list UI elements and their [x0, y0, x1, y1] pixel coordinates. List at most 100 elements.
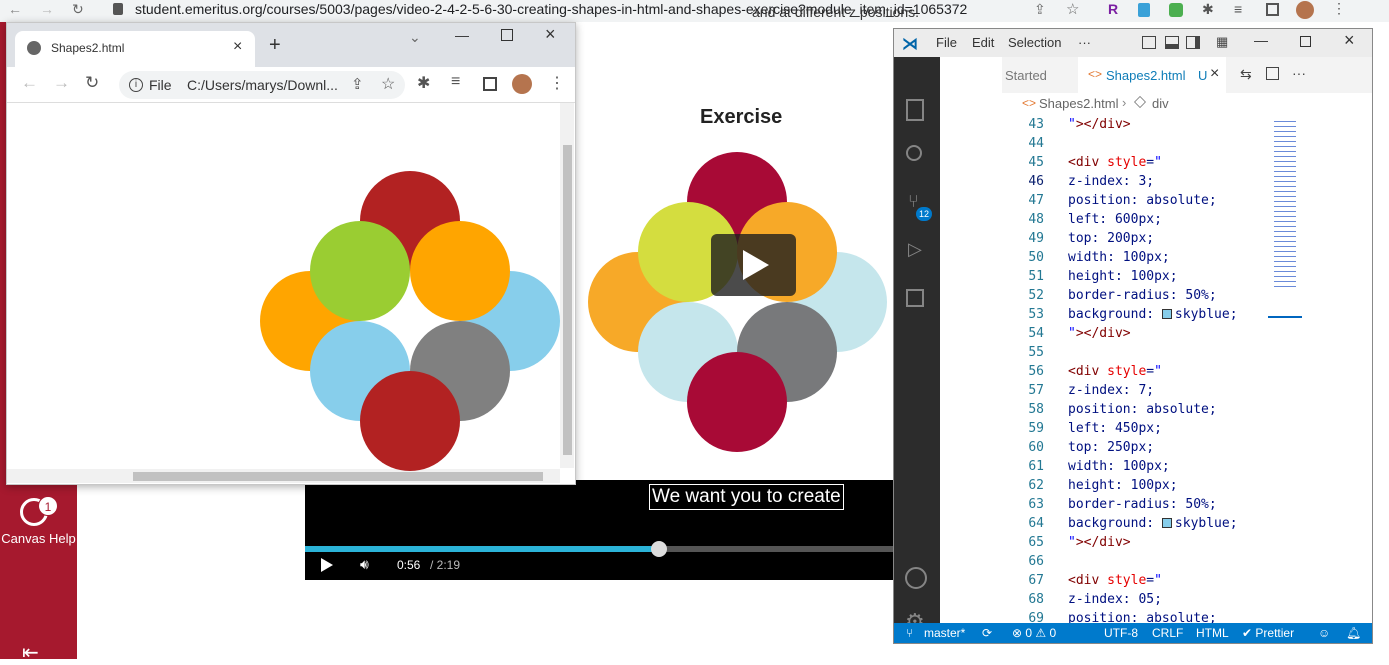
volume-icon[interactable]: 🔊︎ [360, 556, 369, 573]
language-mode[interactable]: HTML [1196, 626, 1229, 640]
back-icon[interactable]: ← [21, 73, 38, 93]
minimize-icon[interactable]: — [1254, 32, 1268, 48]
menu-selection[interactable]: Selection [1008, 35, 1061, 50]
menu-more[interactable]: ··· [1078, 35, 1091, 50]
menu-kebab-icon[interactable]: ⋮ [549, 73, 565, 93]
editor-scrollbar[interactable] [1302, 115, 1316, 623]
share-icon[interactable]: ⇪ [351, 75, 364, 93]
code-line[interactable]: "></div> [1068, 535, 1131, 550]
layout-panel-icon[interactable] [1165, 36, 1179, 49]
code-line[interactable]: position: absolute; [1068, 402, 1217, 417]
extension-green-icon[interactable] [1169, 3, 1183, 17]
share-icon[interactable]: ⇪ [1034, 1, 1046, 18]
code-line[interactable]: <div style=" [1068, 573, 1162, 588]
code-editor[interactable]: 43 "></div> 44 45 <div style=" 46 z-index: 3; 4… [1002, 115, 1302, 623]
code-line[interactable]: <div style=" [1068, 364, 1162, 379]
bookmark-star-icon[interactable]: ☆ [381, 74, 395, 94]
problems-count[interactable]: ⊗ 0 ⚠ 0 [1012, 626, 1056, 640]
breadcrumb-node[interactable]: div [1152, 96, 1169, 111]
sync-icon[interactable]: ⟳ [982, 626, 992, 640]
back-icon[interactable]: ← [8, 1, 22, 17]
forward-icon[interactable]: → [53, 73, 70, 93]
info-icon[interactable]: i [129, 78, 143, 92]
code-line[interactable]: position: absolute; [1068, 193, 1217, 208]
extension-r-icon[interactable]: R [1108, 1, 1118, 17]
video-progress[interactable] [305, 546, 895, 552]
branch-label[interactable]: master* [924, 626, 965, 640]
menu-edit[interactable]: Edit [972, 35, 994, 50]
layout-secondary-icon[interactable] [1186, 36, 1200, 49]
code-line[interactable]: "></div> [1068, 117, 1131, 132]
close-window-icon[interactable]: × [545, 24, 556, 45]
close-tab-icon[interactable]: × [233, 38, 242, 56]
media-icon[interactable]: ≡ [451, 73, 460, 91]
menu-kebab-icon[interactable]: ⋮ [1332, 0, 1346, 17]
code-line[interactable]: left: 450px; [1068, 421, 1162, 436]
omnibox[interactable]: i File C:/Users/marys/Downl... ⇪ ☆ [119, 71, 405, 99]
code-line[interactable]: width: 100px; [1068, 250, 1170, 265]
code-line[interactable]: z-index: 3; [1068, 174, 1154, 189]
menu-file[interactable]: File [936, 35, 957, 50]
code-line[interactable]: height: 100px; [1068, 269, 1178, 284]
more-actions-icon[interactable]: ··· [1292, 65, 1306, 81]
code-line[interactable]: <div style=" [1068, 155, 1162, 170]
side-panel-icon[interactable] [1266, 3, 1279, 16]
prettier-status[interactable]: ✔ Prettier [1242, 626, 1294, 640]
collapse-nav-icon[interactable]: ⇤ [22, 640, 39, 665]
minimize-icon[interactable]: — [455, 27, 469, 43]
canvas-help-label[interactable]: Canvas Help [0, 531, 77, 546]
code-line[interactable]: background: skyblue; [1068, 516, 1238, 531]
maximize-icon[interactable] [501, 29, 513, 41]
minimap-slider[interactable] [1268, 316, 1302, 318]
run-debug-icon[interactable]: ▷ [908, 239, 922, 260]
tab-search-icon[interactable]: ⌄ [409, 29, 421, 46]
close-window-icon[interactable]: × [1344, 30, 1355, 51]
code-line[interactable]: position: absolute; [1068, 611, 1217, 623]
reload-icon[interactable]: ↻ [85, 73, 99, 93]
eol[interactable]: CRLF [1152, 626, 1183, 640]
extensions-puzzle-icon[interactable]: ✱ [417, 73, 430, 93]
tab-started[interactable]: Started [1002, 57, 1078, 93]
side-panel-icon[interactable] [483, 77, 497, 91]
new-tab-icon[interactable]: + [269, 34, 281, 57]
extension-blue-icon[interactable] [1138, 3, 1150, 17]
accounts-icon[interactable] [905, 567, 927, 589]
profile-avatar[interactable] [512, 74, 532, 94]
extensions-icon[interactable] [906, 289, 924, 307]
play-icon[interactable] [320, 557, 334, 578]
code-line[interactable]: z-index: 7; [1068, 383, 1154, 398]
tab-shapes2[interactable]: <> Shapes2.html U × [1078, 57, 1226, 93]
breadcrumb-file[interactable]: Shapes2.html [1039, 96, 1119, 111]
maximize-icon[interactable] [1300, 36, 1311, 47]
background-address-bar[interactable]: ← → ↻ student.emeritus.org/courses/5003/… [0, 0, 1389, 22]
progress-knob[interactable] [651, 541, 667, 557]
close-tab-icon[interactable]: × [1210, 65, 1219, 83]
code-line[interactable]: top: 200px; [1068, 231, 1154, 246]
reload-icon[interactable]: ↻ [72, 1, 84, 18]
horizontal-scroll-thumb[interactable] [133, 472, 543, 481]
code-line[interactable]: width: 100px; [1068, 459, 1170, 474]
code-line[interactable]: border-radius: 50%; [1068, 288, 1217, 303]
code-line[interactable]: left: 600px; [1068, 212, 1162, 227]
profile-avatar[interactable] [1296, 1, 1314, 19]
code-line[interactable]: background: skyblue; [1068, 307, 1238, 322]
explorer-icon[interactable] [906, 99, 924, 121]
customize-layout-icon[interactable]: ▦ [1216, 34, 1228, 50]
forward-icon[interactable]: → [40, 1, 54, 17]
tab-shapes2[interactable]: Shapes2.html × [15, 31, 255, 67]
notifications-bell-icon[interactable]: 🔔︎ [1346, 626, 1361, 640]
split-editor-icon[interactable] [1266, 67, 1279, 80]
code-line[interactable]: top: 250px; [1068, 440, 1154, 455]
encoding[interactable]: UTF-8 [1104, 626, 1138, 640]
compare-icon[interactable]: ⇆ [1240, 66, 1252, 83]
layout-sidebar-icon[interactable] [1142, 36, 1156, 49]
play-overlay-button[interactable] [711, 234, 796, 296]
feedback-icon[interactable]: ☺ [1318, 626, 1330, 640]
code-line[interactable]: "></div> [1068, 326, 1131, 341]
search-icon[interactable] [906, 145, 922, 161]
bookmark-star-icon[interactable]: ☆ [1066, 0, 1079, 18]
minimap[interactable] [1266, 115, 1302, 623]
media-icon[interactable]: ≡ [1234, 1, 1242, 17]
vertical-scroll-thumb[interactable] [563, 145, 572, 455]
code-line[interactable]: z-index: 05; [1068, 592, 1162, 607]
